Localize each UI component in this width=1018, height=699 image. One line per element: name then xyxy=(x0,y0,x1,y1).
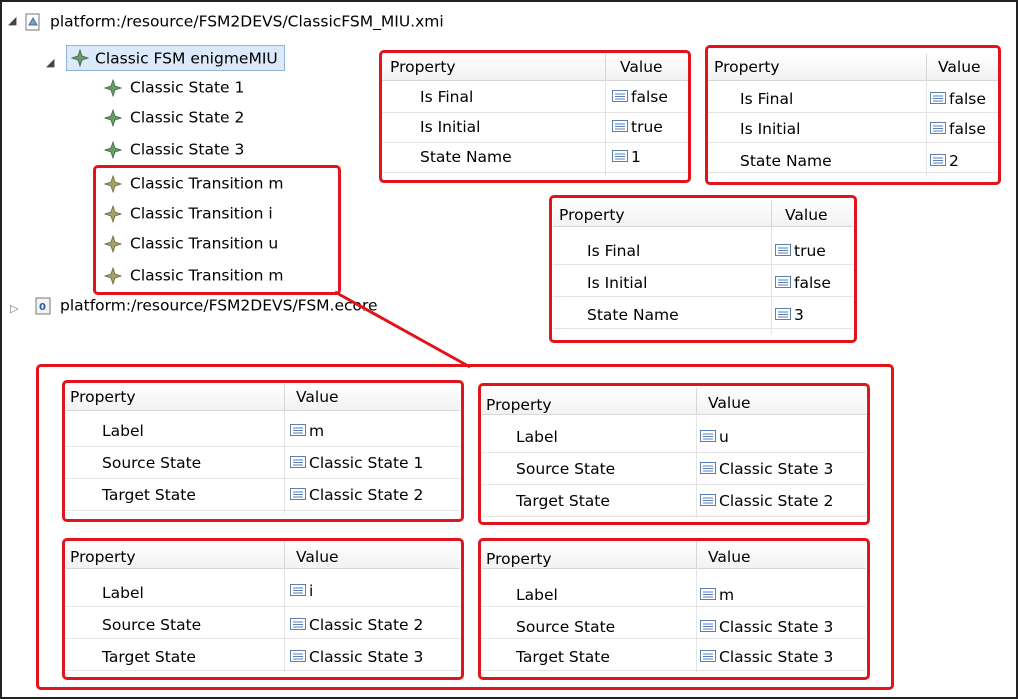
highlight-box xyxy=(62,380,464,522)
highlight-box xyxy=(478,538,870,680)
highlight-box xyxy=(478,383,870,525)
highlight-box xyxy=(705,45,1001,185)
highlight-box xyxy=(62,538,464,680)
highlight-box xyxy=(379,50,691,183)
highlight-box xyxy=(549,195,857,343)
